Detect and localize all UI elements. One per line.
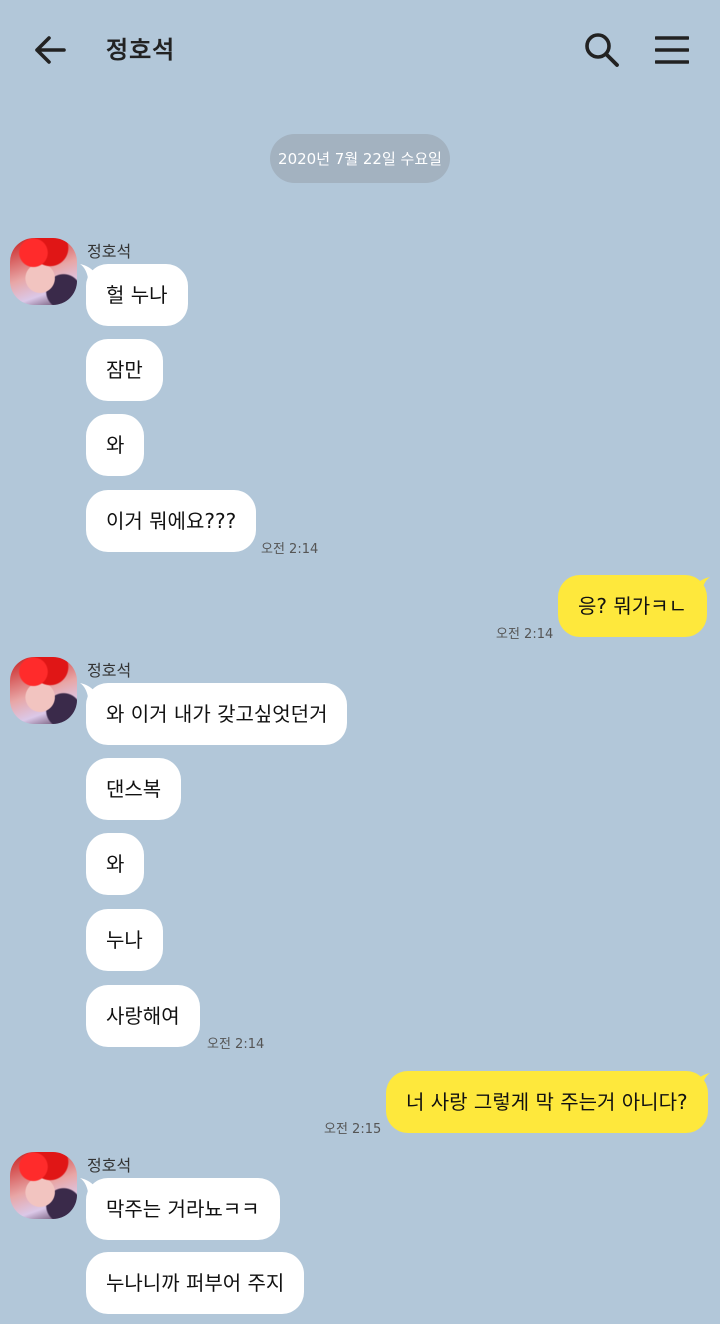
message-bubble-incoming[interactable]: 댄스복 [86, 758, 182, 820]
hamburger-menu-icon [655, 36, 689, 64]
arrow-left-icon [35, 36, 66, 64]
message-time: 오전 2:14 [496, 627, 554, 642]
date-divider: 2020년 7월 22일 수요일 [270, 134, 450, 183]
search-button[interactable] [578, 26, 626, 74]
message-bubble-incoming[interactable]: 누나 [86, 909, 163, 971]
message-time: 오전 2:15 [324, 1122, 382, 1137]
message-bubble-incoming[interactable]: 헐 누나 [86, 264, 188, 326]
chat-header: 정호석 [0, 0, 720, 96]
avatar[interactable] [10, 1152, 77, 1219]
message-time: 오전 2:14 [207, 1037, 265, 1052]
message-bubble-incoming[interactable]: 막주는 거라뇨ㅋㅋ [86, 1178, 280, 1240]
message-bubble-incoming[interactable]: 이거 뭐에요??? [86, 490, 257, 552]
back-button[interactable] [28, 28, 72, 72]
avatar[interactable] [10, 657, 77, 724]
message-bubble-incoming[interactable]: 사랑해여 [86, 985, 200, 1047]
sender-name: 정호석 [87, 242, 132, 261]
avatar[interactable] [10, 238, 77, 305]
message-time: 오전 2:14 [261, 542, 319, 557]
message-bubble-outgoing[interactable]: 너 사랑 그렇게 막 주는거 아니다? [386, 1071, 708, 1133]
message-bubble-outgoing[interactable]: 응? 뭐가ㅋㄴ [558, 575, 707, 637]
message-bubble-incoming[interactable]: 잠만 [86, 339, 163, 401]
message-bubble-incoming[interactable]: 누나니까 퍼부어 주지 [86, 1252, 305, 1314]
menu-button[interactable] [648, 26, 696, 74]
sender-name: 정호석 [87, 1156, 132, 1175]
sender-name: 정호석 [87, 661, 132, 680]
message-bubble-incoming[interactable]: 와 [86, 414, 145, 476]
message-bubble-incoming[interactable]: 와 [86, 833, 145, 895]
bubble-tail [694, 577, 710, 591]
message-bubble-incoming[interactable]: 와 이거 내가 갖고싶엇던거 [86, 683, 348, 745]
chat-title: 정호석 [106, 36, 176, 64]
bubble-tail [694, 1073, 710, 1087]
search-icon [585, 33, 619, 67]
